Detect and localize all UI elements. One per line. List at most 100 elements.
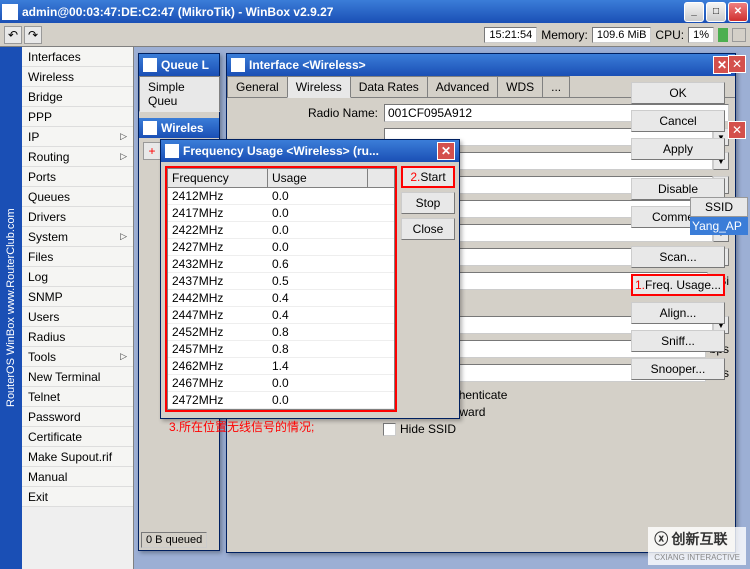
add-button[interactable]: + — [143, 142, 161, 160]
table-row[interactable]: 2422MHz0.0 — [168, 222, 394, 239]
wireless-subtitle: Wireles — [161, 121, 204, 135]
menu-item-telnet[interactable]: Telnet — [22, 387, 133, 407]
window-icon — [143, 58, 157, 72]
ap-list: SSID Yang_AP — [690, 197, 748, 235]
menu-item-files[interactable]: Files — [22, 247, 133, 267]
menu-item-ip[interactable]: IP▷ — [22, 127, 133, 147]
cancel-button[interactable]: Cancel — [631, 110, 725, 132]
table-row[interactable]: 2427MHz0.0 — [168, 239, 394, 256]
table-row[interactable]: 2457MHz0.8 — [168, 341, 394, 358]
menu-item-snmp[interactable]: SNMP — [22, 287, 133, 307]
side-label: RouterOS WinBox www.RouterClub.com — [0, 47, 22, 569]
freq-usage-button[interactable]: 1.Freq. Usage... — [631, 274, 725, 296]
main-title: admin@00:03:47:DE:C2:47 (MikroTik) - Win… — [22, 5, 684, 19]
tab-general[interactable]: General — [227, 76, 288, 97]
tab--[interactable]: ... — [542, 76, 570, 97]
menu-item-drivers[interactable]: Drivers — [22, 207, 133, 227]
annotation-3: 3.所在位置无线信号的情况; — [169, 418, 397, 435]
watermark: ⓧ 创新互联 CXIANG INTERACTIVE — [648, 527, 746, 565]
activity-icon — [718, 28, 728, 42]
freq-title: Frequency Usage <Wireless> (ru... — [183, 144, 437, 158]
status-time: 15:21:54 — [484, 27, 537, 43]
table-row[interactable]: 2437MHz0.5 — [168, 273, 394, 290]
menu-item-make-supout.rif[interactable]: Make Supout.rif — [22, 447, 133, 467]
menu-item-interfaces[interactable]: Interfaces — [22, 47, 133, 67]
menu-item-exit[interactable]: Exit — [22, 487, 133, 507]
table-row[interactable]: 2452MHz0.8 — [168, 324, 394, 341]
apply-button[interactable]: Apply — [631, 138, 725, 160]
window-icon — [165, 144, 179, 158]
menu-item-system[interactable]: System▷ — [22, 227, 133, 247]
outer-close-button[interactable]: ✕ — [728, 55, 746, 73]
table-row[interactable]: 2467MHz0.0 — [168, 375, 394, 392]
left-menu: InterfacesWirelessBridgePPPIP▷Routing▷Po… — [22, 47, 134, 569]
main-toolbar: ↶ ↷ 15:21:54 Memory: 109.6 MiB CPU: 1% — [0, 23, 750, 47]
align-button[interactable]: Align... — [631, 302, 725, 324]
radio-name-label: Radio Name: — [233, 106, 378, 120]
app-icon — [2, 4, 18, 20]
ap-item[interactable]: Yang_AP — [690, 217, 748, 235]
chevron-right-icon: ▷ — [120, 151, 127, 162]
menu-item-log[interactable]: Log — [22, 267, 133, 287]
table-row[interactable]: 2442MHz0.4 — [168, 290, 394, 307]
menu-item-ppp[interactable]: PPP — [22, 107, 133, 127]
menu-item-queues[interactable]: Queues — [22, 187, 133, 207]
table-row[interactable]: 2417MHz0.0 — [168, 205, 394, 222]
menu-item-certificate[interactable]: Certificate — [22, 427, 133, 447]
snooper-button[interactable]: Snooper... — [631, 358, 725, 380]
menu-item-tools[interactable]: Tools▷ — [22, 347, 133, 367]
cpu-label: CPU: — [655, 28, 684, 42]
tab-wireless[interactable]: Wireless — [287, 76, 351, 98]
outer-close-button-2[interactable]: ✕ — [728, 121, 746, 139]
ssid-header[interactable]: SSID — [690, 197, 748, 217]
tab-simple-queues[interactable]: Simple Queu — [139, 76, 220, 112]
freq-stop-button[interactable]: Stop — [401, 192, 455, 214]
tab-data-rates[interactable]: Data Rates — [350, 76, 428, 97]
menu-item-radius[interactable]: Radius — [22, 327, 133, 347]
freq-start-button[interactable]: 2.Start — [401, 166, 455, 188]
menu-item-manual[interactable]: Manual — [22, 467, 133, 487]
status-memory: 109.6 MiB — [592, 27, 652, 43]
minimize-button[interactable]: _ — [684, 2, 704, 22]
interface-title: Interface <Wireless> — [249, 58, 713, 72]
table-row[interactable]: 2447MHz0.4 — [168, 307, 394, 324]
menu-item-users[interactable]: Users — [22, 307, 133, 327]
menu-item-new-terminal[interactable]: New Terminal — [22, 367, 133, 387]
ok-button[interactable]: OK — [631, 82, 725, 104]
freq-close-btn[interactable]: Close — [401, 218, 455, 240]
close-button[interactable]: ✕ — [728, 2, 748, 22]
chevron-right-icon: ▷ — [120, 231, 127, 242]
freq-usage-window: Frequency Usage <Wireless> (ru... ✕ Freq… — [160, 139, 460, 419]
maximize-button[interactable]: □ — [706, 2, 726, 22]
queue-title: Queue L — [161, 58, 215, 72]
table-row[interactable]: 2412MHz0.0 — [168, 188, 394, 205]
annotation-1: 1. — [635, 278, 645, 292]
window-icon — [143, 121, 157, 135]
scan-button[interactable]: Scan... — [631, 246, 725, 268]
menu-item-wireless[interactable]: Wireless — [22, 67, 133, 87]
sniff-button[interactable]: Sniff... — [631, 330, 725, 352]
menu-item-password[interactable]: Password — [22, 407, 133, 427]
window-icon — [231, 58, 245, 72]
col-frequency[interactable]: Frequency — [168, 169, 268, 187]
redo-button[interactable]: ↷ — [24, 26, 42, 44]
freq-close-button[interactable]: ✕ — [437, 142, 455, 160]
lock-icon — [732, 28, 746, 42]
undo-button[interactable]: ↶ — [4, 26, 22, 44]
queue-status: 0 B queued — [141, 532, 207, 548]
col-usage[interactable]: Usage — [268, 169, 368, 187]
chevron-right-icon: ▷ — [120, 131, 127, 142]
tab-wds[interactable]: WDS — [497, 76, 543, 97]
main-window: admin@00:03:47:DE:C2:47 (MikroTik) - Win… — [0, 0, 750, 569]
menu-item-bridge[interactable]: Bridge — [22, 87, 133, 107]
status-cpu: 1% — [688, 27, 714, 43]
table-row[interactable]: 2462MHz1.4 — [168, 358, 394, 375]
chevron-right-icon: ▷ — [120, 351, 127, 362]
tab-advanced[interactable]: Advanced — [427, 76, 498, 97]
table-row[interactable]: 2472MHz0.0 — [168, 392, 394, 409]
main-titlebar: admin@00:03:47:DE:C2:47 (MikroTik) - Win… — [0, 0, 750, 23]
annotation-2: 2. — [410, 170, 420, 184]
table-row[interactable]: 2432MHz0.6 — [168, 256, 394, 273]
menu-item-routing[interactable]: Routing▷ — [22, 147, 133, 167]
menu-item-ports[interactable]: Ports — [22, 167, 133, 187]
